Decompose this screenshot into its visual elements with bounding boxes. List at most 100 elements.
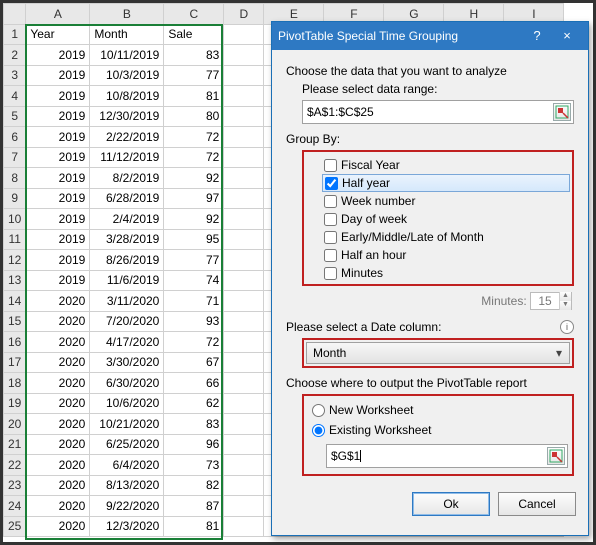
cell[interactable]: 80 xyxy=(164,106,224,127)
cell[interactable] xyxy=(224,65,264,86)
cell[interactable]: 97 xyxy=(164,188,224,209)
row-header[interactable]: 14 xyxy=(4,291,26,312)
cell[interactable] xyxy=(224,393,264,414)
cell[interactable]: Year xyxy=(26,24,90,45)
cell[interactable] xyxy=(224,434,264,455)
opt-week-number[interactable]: Week number xyxy=(322,192,570,210)
row-header[interactable]: 10 xyxy=(4,209,26,230)
cell[interactable]: 3/11/2020 xyxy=(90,291,164,312)
cell[interactable] xyxy=(224,147,264,168)
cell[interactable] xyxy=(224,475,264,496)
output-range-input[interactable]: $G$1 xyxy=(326,444,568,468)
cell[interactable]: 93 xyxy=(164,311,224,332)
cell[interactable]: 77 xyxy=(164,65,224,86)
cell[interactable]: 2020 xyxy=(26,311,90,332)
cell[interactable]: 6/25/2020 xyxy=(90,434,164,455)
cell[interactable] xyxy=(224,373,264,394)
cell[interactable]: 2019 xyxy=(26,147,90,168)
row-header[interactable]: 16 xyxy=(4,332,26,353)
cell[interactable] xyxy=(224,455,264,476)
col-header-A[interactable]: A xyxy=(26,4,90,25)
row-header[interactable]: 3 xyxy=(4,65,26,86)
cell[interactable]: 12/3/2020 xyxy=(90,516,164,537)
cell[interactable] xyxy=(224,352,264,373)
cell[interactable]: 83 xyxy=(164,45,224,66)
cell[interactable]: 2020 xyxy=(26,393,90,414)
cell[interactable]: 74 xyxy=(164,270,224,291)
cell[interactable]: 96 xyxy=(164,434,224,455)
cell[interactable]: 81 xyxy=(164,516,224,537)
cell[interactable] xyxy=(224,496,264,517)
radio-new-worksheet[interactable]: New Worksheet xyxy=(308,400,568,420)
cell[interactable]: 2019 xyxy=(26,188,90,209)
cell[interactable]: 71 xyxy=(164,291,224,312)
cell[interactable] xyxy=(224,188,264,209)
cell[interactable]: 11/12/2019 xyxy=(90,147,164,168)
cell[interactable]: 10/8/2019 xyxy=(90,86,164,107)
row-header[interactable]: 20 xyxy=(4,414,26,435)
cell[interactable] xyxy=(224,127,264,148)
cell[interactable] xyxy=(224,270,264,291)
cell[interactable]: 2020 xyxy=(26,496,90,517)
cell[interactable]: 3/28/2019 xyxy=(90,229,164,250)
cell[interactable]: Month xyxy=(90,24,164,45)
cancel-button[interactable]: Cancel xyxy=(498,492,576,516)
cell[interactable]: 10/21/2020 xyxy=(90,414,164,435)
cell[interactable]: 72 xyxy=(164,332,224,353)
row-header[interactable]: 22 xyxy=(4,455,26,476)
cell[interactable] xyxy=(224,250,264,271)
cell[interactable] xyxy=(224,516,264,537)
col-header-B[interactable]: B xyxy=(90,4,164,25)
range-picker-icon[interactable] xyxy=(553,103,571,121)
cell[interactable]: 2020 xyxy=(26,373,90,394)
cell[interactable]: 2020 xyxy=(26,475,90,496)
cell[interactable]: 4/17/2020 xyxy=(90,332,164,353)
cell[interactable]: 2019 xyxy=(26,86,90,107)
close-button[interactable]: × xyxy=(552,26,582,46)
cell[interactable] xyxy=(224,229,264,250)
cell[interactable]: 2/22/2019 xyxy=(90,127,164,148)
cell[interactable]: 9/22/2020 xyxy=(90,496,164,517)
cell[interactable]: 2019 xyxy=(26,270,90,291)
row-header[interactable]: 11 xyxy=(4,229,26,250)
cell[interactable] xyxy=(224,209,264,230)
cell[interactable]: 92 xyxy=(164,209,224,230)
row-header[interactable]: 9 xyxy=(4,188,26,209)
opt-half-hour[interactable]: Half an hour xyxy=(322,246,570,264)
cell[interactable]: 67 xyxy=(164,352,224,373)
date-column-combo[interactable]: Month ▾ xyxy=(306,342,570,364)
row-header[interactable]: 6 xyxy=(4,127,26,148)
cell[interactable]: Sale xyxy=(164,24,224,45)
cell[interactable]: 12/30/2019 xyxy=(90,106,164,127)
cell[interactable] xyxy=(224,106,264,127)
cell[interactable]: 2020 xyxy=(26,434,90,455)
cell[interactable]: 2019 xyxy=(26,65,90,86)
cell[interactable]: 87 xyxy=(164,496,224,517)
cell[interactable]: 66 xyxy=(164,373,224,394)
cell[interactable]: 77 xyxy=(164,250,224,271)
opt-day-of-week[interactable]: Day of week xyxy=(322,210,570,228)
cell[interactable]: 8/26/2019 xyxy=(90,250,164,271)
row-header[interactable]: 4 xyxy=(4,86,26,107)
row-header[interactable]: 21 xyxy=(4,434,26,455)
cell[interactable]: 2019 xyxy=(26,250,90,271)
cell[interactable]: 10/6/2020 xyxy=(90,393,164,414)
opt-minutes[interactable]: Minutes xyxy=(322,264,570,282)
cell[interactable]: 92 xyxy=(164,168,224,189)
ok-button[interactable]: Ok xyxy=(412,492,490,516)
cell[interactable]: 2019 xyxy=(26,45,90,66)
radio-existing-worksheet[interactable]: Existing Worksheet xyxy=(308,420,568,440)
cell[interactable] xyxy=(224,168,264,189)
row-header[interactable]: 24 xyxy=(4,496,26,517)
col-header-D[interactable]: D xyxy=(224,4,264,25)
data-range-input[interactable]: $A$1:$C$25 xyxy=(302,100,574,124)
cell[interactable]: 72 xyxy=(164,127,224,148)
range-picker-icon[interactable] xyxy=(547,447,565,465)
cell[interactable]: 6/30/2020 xyxy=(90,373,164,394)
row-header[interactable]: 5 xyxy=(4,106,26,127)
row-header[interactable]: 12 xyxy=(4,250,26,271)
cell[interactable]: 2019 xyxy=(26,127,90,148)
cell[interactable]: 7/20/2020 xyxy=(90,311,164,332)
opt-half-year[interactable]: Half year xyxy=(322,174,570,192)
cell[interactable]: 2019 xyxy=(26,106,90,127)
